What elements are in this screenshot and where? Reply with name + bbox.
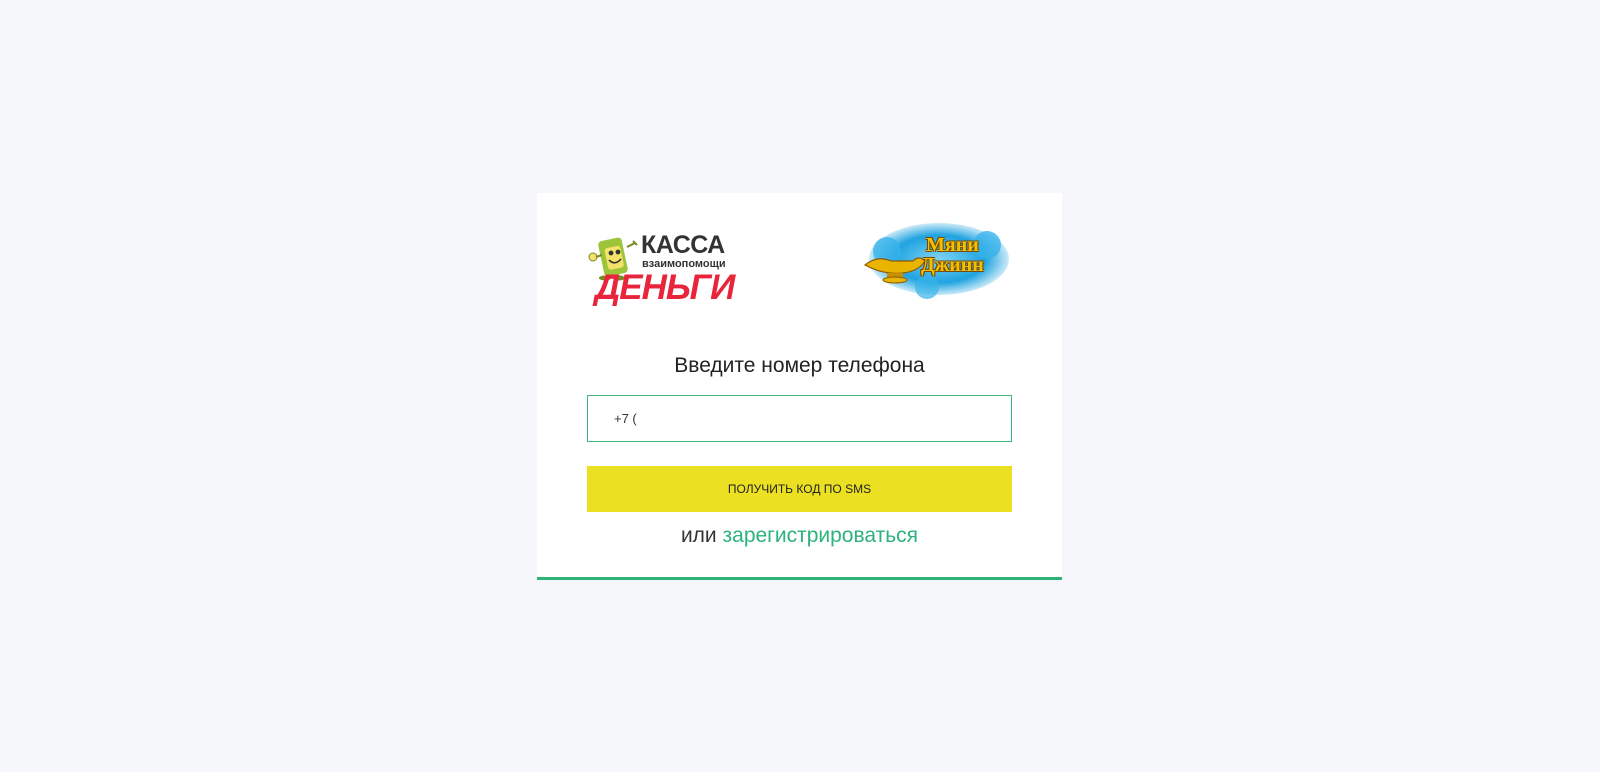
register-prompt-prefix: или bbox=[680, 524, 717, 547]
register-prompt: или зарегистрироваться bbox=[537, 523, 1062, 549]
money-genie-logo: Мяни Джинн bbox=[857, 221, 1009, 303]
register-link[interactable]: зарегистрироваться bbox=[723, 524, 919, 547]
kassa-logo-title: КАССА bbox=[641, 231, 725, 259]
phone-input[interactable] bbox=[588, 396, 1011, 441]
get-sms-code-button[interactable]: ПОЛУЧИТЬ КОД ПО SMS bbox=[587, 466, 1012, 512]
money-genie-logo-line1: Мяни bbox=[926, 234, 979, 256]
kassa-logo-brand: ДЕНЬГИ bbox=[595, 268, 735, 307]
money-genie-logo-line2: Джинн bbox=[921, 254, 984, 276]
kassa-logo: КАССА взаимопомощи ДЕНЬГИ bbox=[587, 227, 739, 313]
login-card: КАССА взаимопомощи ДЕНЬГИ Мяни Джинн Вве… bbox=[537, 193, 1062, 580]
money-genie-logo-text: Мяни Джинн bbox=[921, 235, 984, 275]
phone-field bbox=[587, 395, 1012, 442]
partner-logos: КАССА взаимопомощи ДЕНЬГИ Мяни Джинн bbox=[587, 223, 1012, 317]
page-title: Введите номер телефона bbox=[674, 354, 925, 377]
